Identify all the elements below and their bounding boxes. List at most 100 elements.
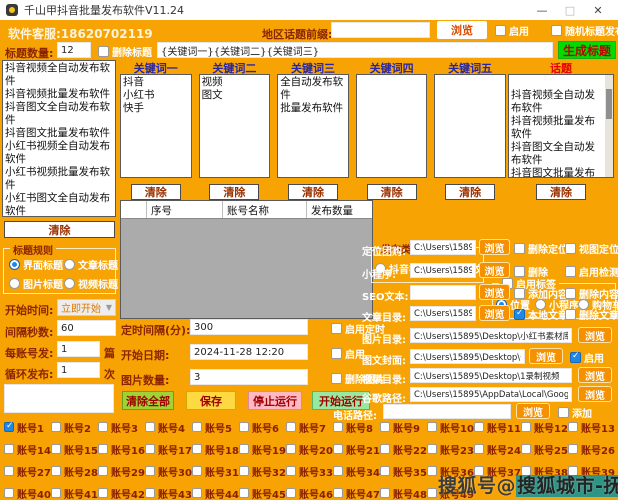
account-checkbox[interactable]: 账号17: [145, 438, 192, 460]
minimize-button[interactable]: —: [528, 4, 556, 17]
region-browse-button[interactable]: 浏览: [437, 21, 487, 39]
seo-browse-button[interactable]: 浏览: [479, 284, 510, 300]
cover-input[interactable]: [410, 349, 525, 364]
title-template-input[interactable]: [157, 42, 553, 58]
account-checkbox[interactable]: 账号30: [145, 460, 192, 482]
keyword-clear-button-3[interactable]: 清除: [288, 184, 338, 200]
account-checkbox[interactable]: 账号16: [98, 438, 145, 460]
radio-video-title[interactable]: 视频标题: [64, 276, 118, 291]
account-checkbox[interactable]: 账号22: [380, 438, 427, 460]
start-date-input[interactable]: [190, 344, 308, 360]
delete-article-checkbox[interactable]: 删除文章: [565, 307, 618, 322]
miniprogram-delete-checkbox[interactable]: 删除: [514, 264, 548, 279]
seo-text-input[interactable]: [410, 285, 476, 300]
account-checkbox[interactable]: 账号21: [333, 438, 380, 460]
keyword-clear-button-5[interactable]: 清除: [445, 184, 495, 200]
timer-interval-input[interactable]: [190, 319, 308, 335]
account-checkbox[interactable]: 账号34: [333, 460, 380, 482]
product-list[interactable]: 抖音视频全自动发布软件 抖音视频批量发布软件 抖音图文全自动发布软件 抖音图文批…: [2, 60, 116, 217]
account-checkbox[interactable]: 账号45: [239, 482, 286, 500]
account-checkbox[interactable]: 账号11: [474, 416, 521, 438]
keyword-list-4[interactable]: [356, 74, 428, 178]
chrome-browse-button[interactable]: 浏览: [578, 386, 612, 402]
miniprogram-input[interactable]: [410, 263, 476, 278]
account-checkbox[interactable]: 账号3: [98, 416, 145, 438]
article-browse-button[interactable]: 浏览: [479, 305, 510, 321]
keyword-clear-button-1[interactable]: 清除: [131, 184, 181, 200]
account-checkbox[interactable]: 账号4: [145, 416, 192, 438]
per-account-input[interactable]: [57, 341, 100, 357]
account-checkbox[interactable]: 账号6: [239, 416, 286, 438]
account-checkbox[interactable]: 账号33: [286, 460, 333, 482]
video-browse-button[interactable]: 浏览: [578, 367, 612, 383]
location-browse-button[interactable]: 浏览: [479, 239, 510, 255]
account-checkbox[interactable]: 账号2: [51, 416, 98, 438]
image-browse-button[interactable]: 浏览: [578, 327, 612, 343]
account-checkbox[interactable]: 账号28: [51, 460, 98, 482]
maximize-button[interactable]: □: [556, 4, 584, 17]
image-dir-input[interactable]: [410, 328, 572, 343]
account-checkbox[interactable]: 账号42: [98, 482, 145, 500]
generate-title-button[interactable]: 生成标题: [558, 41, 616, 59]
account-checkbox[interactable]: 账号44: [192, 482, 239, 500]
account-checkbox[interactable]: 账号15: [51, 438, 98, 460]
pic-count-input[interactable]: [190, 369, 308, 385]
account-checkbox[interactable]: 账号9: [380, 416, 427, 438]
keyword-list-5[interactable]: [434, 74, 506, 178]
account-checkbox[interactable]: 账号48: [380, 482, 427, 500]
video-dir-input[interactable]: [410, 368, 572, 383]
location-group-input[interactable]: [410, 240, 476, 255]
account-checkbox[interactable]: 账号27: [4, 460, 51, 482]
account-checkbox[interactable]: 账号46: [286, 482, 333, 500]
miniprogram-browse-button[interactable]: 浏览: [479, 262, 510, 278]
account-checkbox[interactable]: 账号10: [427, 416, 474, 438]
account-checkbox[interactable]: 账号1: [4, 416, 51, 438]
scrollbar[interactable]: [605, 75, 613, 177]
save-button[interactable]: 保存: [186, 391, 236, 410]
close-button[interactable]: ✕: [584, 4, 612, 17]
keyword-clear-button-2[interactable]: 清除: [209, 184, 259, 200]
account-checkbox[interactable]: 账号41: [51, 482, 98, 500]
radio-image-title[interactable]: 图片标题: [9, 276, 63, 291]
keyword-list-1[interactable]: 抖音 小红书 快手: [120, 74, 192, 178]
left-extra-input[interactable]: [4, 384, 114, 413]
random-title-checkbox[interactable]: 随机标题发布: [551, 23, 618, 38]
account-checkbox[interactable]: 账号5: [192, 416, 239, 438]
view-location-checkbox[interactable]: 视图定位: [565, 241, 618, 256]
scrollbar-thumb[interactable]: [606, 89, 612, 119]
delete-content-checkbox[interactable]: 删除内容: [565, 286, 618, 301]
radio-ui-title[interactable]: 界面标题: [9, 257, 63, 272]
radio-article-title[interactable]: 文章标题: [64, 257, 118, 272]
product-clear-button[interactable]: 清除: [4, 221, 115, 238]
topic-clear-button[interactable]: 清除: [536, 184, 586, 200]
local-article-checkbox[interactable]: 本地文章: [514, 307, 568, 322]
enable-detect-checkbox[interactable]: 启用检测: [565, 264, 618, 279]
date-enable-checkbox[interactable]: 启用: [331, 346, 365, 361]
add-content-checkbox[interactable]: 添加内容: [514, 286, 568, 301]
account-checkbox[interactable]: 账号20: [286, 438, 333, 460]
keyword-list-3[interactable]: 全自动发布软件 批量发布软件: [277, 74, 349, 178]
chrome-path-input[interactable]: [410, 387, 572, 402]
cover-browse-button[interactable]: 浏览: [529, 348, 563, 364]
account-checkbox[interactable]: 账号25: [521, 438, 568, 460]
article-dir-input[interactable]: [410, 306, 476, 321]
start-time-select[interactable]: 立即开始 ▼: [57, 299, 116, 316]
account-checkbox[interactable]: 账号40: [4, 482, 51, 500]
account-checkbox[interactable]: 账号7: [286, 416, 333, 438]
keyword-list-2[interactable]: 视频 图文: [199, 74, 271, 178]
interval-input[interactable]: [57, 320, 116, 336]
topic-list[interactable]: 抖音视频全自动发布软件 抖音视频批量发布软件 抖音图文全自动发布软件 抖音图文批…: [508, 74, 614, 178]
delete-title-checkbox[interactable]: 删除标题: [98, 44, 152, 59]
account-checkbox[interactable]: 账号31: [192, 460, 239, 482]
account-checkbox[interactable]: 账号14: [4, 438, 51, 460]
delete-location-checkbox[interactable]: 删除定位: [514, 241, 568, 256]
cover-enable-checkbox[interactable]: 启用: [570, 350, 604, 365]
account-checkbox[interactable]: 账号23: [427, 438, 474, 460]
clear-all-button[interactable]: 清除全部: [122, 391, 174, 410]
account-checkbox[interactable]: 账号43: [145, 482, 192, 500]
account-checkbox[interactable]: 账号12: [521, 416, 568, 438]
title-count-input[interactable]: [57, 42, 91, 58]
loop-input[interactable]: [57, 362, 100, 378]
account-checkbox[interactable]: 账号29: [98, 460, 145, 482]
keyword-clear-button-4[interactable]: 清除: [367, 184, 417, 200]
